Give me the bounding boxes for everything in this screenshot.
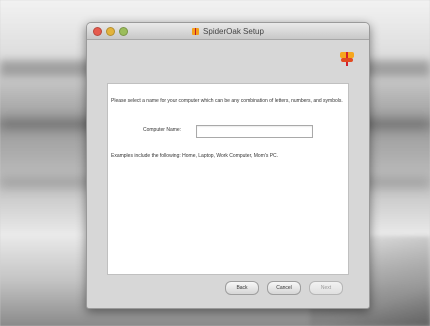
setup-content-panel: Please select a name for your computer w…: [107, 83, 349, 275]
minimize-window-button[interactable]: [106, 27, 115, 36]
setup-window: SpiderOak Setup Please select a name for…: [86, 22, 370, 309]
window-title-text: SpiderOak Setup: [203, 26, 264, 36]
close-window-button[interactable]: [93, 27, 102, 36]
wizard-buttons: Back Cancel Next: [225, 281, 343, 295]
computer-name-input[interactable]: [196, 125, 313, 138]
cancel-button[interactable]: Cancel: [267, 281, 301, 295]
window-controls: [93, 27, 128, 36]
next-button[interactable]: Next: [309, 281, 343, 295]
instruction-text: Please select a name for your computer w…: [111, 98, 343, 104]
spideroak-logo-icon: [339, 51, 355, 67]
computer-name-row: Computer Name:: [108, 123, 348, 139]
window-title: SpiderOak Setup: [192, 27, 264, 36]
computer-name-label: Computer Name:: [143, 127, 182, 133]
back-button[interactable]: Back: [225, 281, 259, 295]
spideroak-title-icon: [192, 27, 200, 35]
window-titlebar[interactable]: SpiderOak Setup: [87, 23, 369, 40]
zoom-window-button[interactable]: [119, 27, 128, 36]
example-text: Examples include the following: Home, La…: [111, 153, 279, 159]
